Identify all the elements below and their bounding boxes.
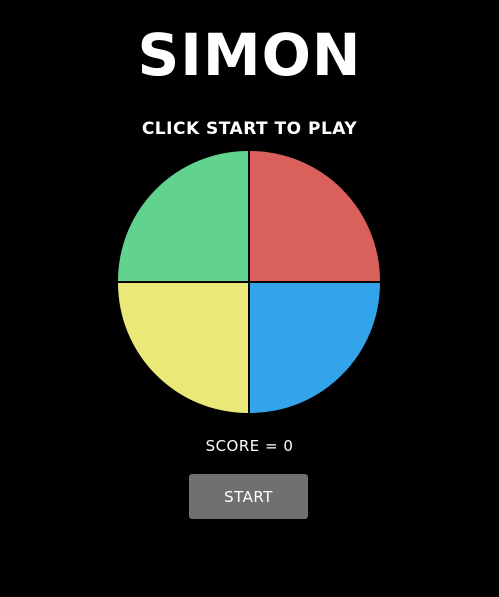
score-display: SCORE = 0: [205, 437, 294, 455]
simon-board: [116, 149, 382, 415]
game-title: SIMON: [137, 21, 362, 89]
green-pad[interactable]: [118, 151, 248, 281]
start-button[interactable]: START: [189, 474, 308, 519]
blue-pad[interactable]: [250, 283, 380, 413]
red-pad[interactable]: [250, 151, 380, 281]
yellow-pad[interactable]: [118, 283, 248, 413]
status-message: CLICK START TO PLAY: [141, 119, 358, 139]
